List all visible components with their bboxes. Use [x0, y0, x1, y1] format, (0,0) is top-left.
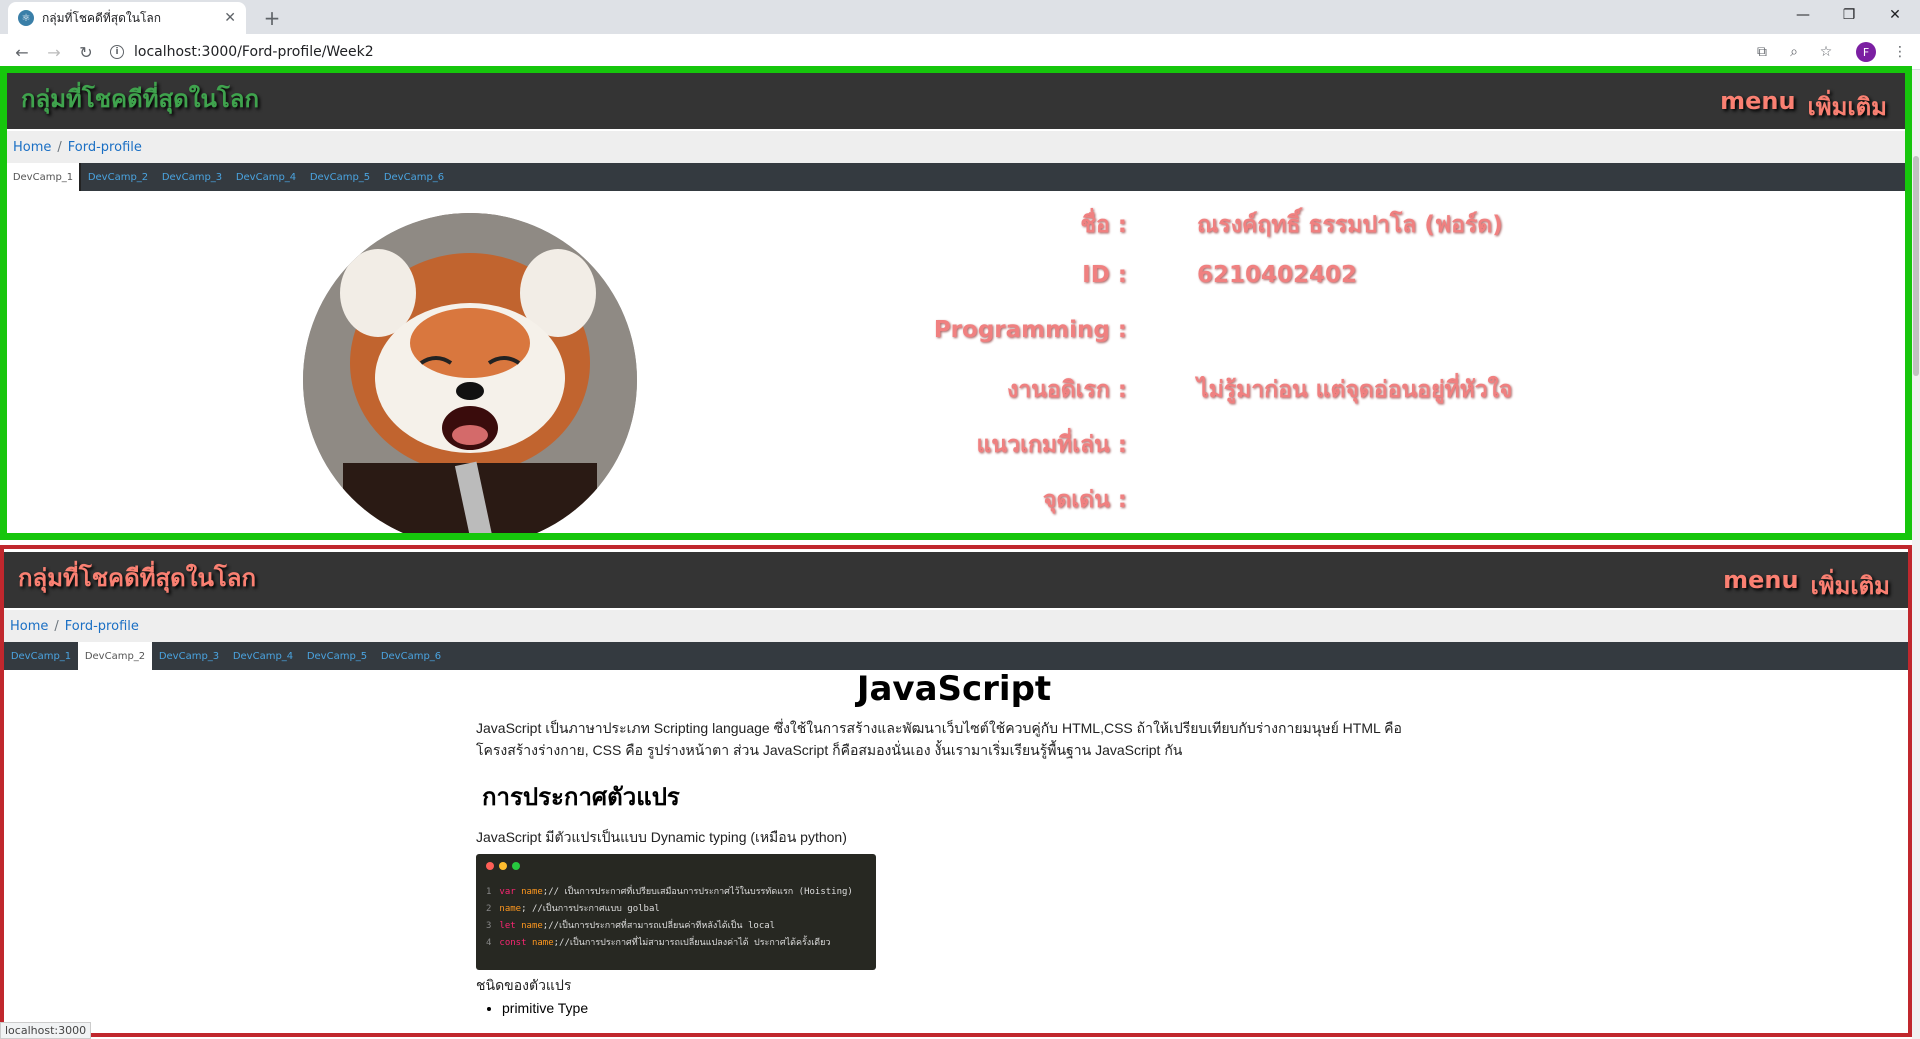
tab-devcamp-1[interactable]: DevCamp_1 — [4, 642, 78, 670]
more-link[interactable]: เพิ่มเติม — [1811, 566, 1890, 605]
site-header: กลุ่มที่โชคดีที่สุดในโลก menu เพิ่มเติม — [4, 552, 1908, 608]
devcamp-tabs: DevCamp_1 DevCamp_2 DevCamp_3 DevCamp_4 … — [7, 163, 1905, 191]
tab-devcamp-2[interactable]: DevCamp_2 — [78, 642, 152, 670]
browser-tab-title: กลุ่มที่โชคดีที่สุดในโลก — [42, 10, 162, 25]
article: JavaScript JavaScript เป็นภาษาประเภท Scr… — [476, 669, 1456, 1016]
tab-devcamp-1[interactable]: DevCamp_1 — [7, 163, 81, 191]
types-list: primitive Type — [476, 1000, 1456, 1016]
tab-devcamp-5[interactable]: DevCamp_5 — [303, 163, 377, 191]
scrollbar-thumb[interactable] — [1913, 156, 1919, 376]
red-panda-image — [303, 213, 637, 533]
tab-devcamp-6[interactable]: DevCamp_6 — [377, 163, 451, 191]
address-bar[interactable]: i localhost:3000/Ford-profile/Week2 — [110, 38, 1810, 66]
forward-icon[interactable]: → — [40, 38, 68, 66]
javascript-panel: กลุ่มที่โชคดีที่สุดในโลก menu เพิ่มเติม … — [0, 545, 1912, 1037]
section-intro: JavaScript มีตัวแปรเป็นแบบ Dynamic typin… — [476, 829, 847, 845]
profile-info: ชื่อ : ณรงค์ฤทธิ์ ธรรมปาโล (ฟอร์ด) ID : … — [934, 207, 1667, 533]
yellow-dot-icon — [499, 862, 507, 870]
info-label: แนวเกมที่เล่น : — [976, 432, 1127, 458]
code-snippet: 1 var name;// เป็นการประกาศที่เปรียบเสมือ… — [476, 854, 876, 970]
page-scrollbar[interactable] — [1912, 70, 1920, 1039]
code-line: 3 let name;//เป็นการประกาศที่สามารถเปลี่ย… — [486, 921, 776, 931]
more-menu-icon[interactable]: ⋮ — [1886, 38, 1914, 66]
breadcrumb-separator: / — [57, 139, 62, 155]
info-label: จุดเด่น : — [1042, 487, 1127, 513]
tab-devcamp-6[interactable]: DevCamp_6 — [374, 642, 448, 670]
green-dot-icon — [512, 862, 520, 870]
browser-toolbar: ← → ↻ i localhost:3000/Ford-profile/Week… — [0, 34, 1920, 70]
close-tab-icon[interactable]: ✕ — [224, 10, 236, 26]
bookmark-star-icon[interactable]: ☆ — [1812, 38, 1840, 66]
breadcrumb-current[interactable]: Ford-profile — [68, 140, 142, 155]
info-label: Programming : — [933, 317, 1127, 343]
avatar: F — [1856, 42, 1876, 62]
code-line: 2 name; //เป็นการประกาศแบบ golbal — [486, 904, 660, 914]
header-menu: menu เพิ่มเติม — [1720, 87, 1887, 126]
site-title[interactable]: กลุ่มที่โชคดีที่สุดในโลก — [21, 79, 259, 118]
article-title: JavaScript — [856, 669, 1052, 709]
minimize-icon[interactable]: — — [1780, 0, 1826, 30]
info-value: 6210402402 — [1197, 262, 1358, 288]
types-heading: ชนิดของตัวแปร — [476, 977, 572, 993]
more-link[interactable]: เพิ่มเติม — [1808, 87, 1887, 126]
code-line: 1 var name;// เป็นการประกาศที่เปรียบเสมือ… — [486, 887, 853, 897]
info-value: ไม่รู้มาก่อน แต่จุดอ่อนอยู่ที่หัวใจ — [1197, 377, 1513, 403]
info-icon[interactable]: i — [110, 45, 124, 59]
tab-devcamp-4[interactable]: DevCamp_4 — [229, 163, 303, 191]
breadcrumb: Home / Ford-profile — [4, 610, 1908, 642]
status-bar: localhost:3000 — [0, 1022, 92, 1039]
tab-devcamp-4[interactable]: DevCamp_4 — [226, 642, 300, 670]
close-window-icon[interactable]: ✕ — [1872, 0, 1918, 30]
red-dot-icon — [486, 862, 494, 870]
list-item: primitive Type — [502, 1000, 1456, 1016]
breadcrumb-current[interactable]: Ford-profile — [65, 619, 139, 634]
section-title: การประกาศตัวแปร — [482, 783, 680, 811]
new-tab-icon[interactable]: + — [258, 4, 286, 32]
breadcrumb-separator: / — [54, 618, 59, 634]
menu-link[interactable]: menu — [1720, 87, 1795, 126]
info-label: ID : — [1082, 262, 1127, 288]
info-row-games: แนวเกมที่เล่น : — [967, 427, 1667, 482]
breadcrumb-home[interactable]: Home — [10, 619, 48, 634]
info-value: ณรงค์ฤทธิ์ ธรรมปาโล (ฟอร์ด) — [1197, 212, 1503, 238]
info-row-highlight: จุดเด่น : — [967, 482, 1667, 533]
code-line: 4 const name;//เป็นการประกาศที่ไม่สามารถเ… — [486, 938, 831, 948]
header-menu: menu เพิ่มเติม — [1723, 566, 1890, 605]
menu-link[interactable]: menu — [1723, 566, 1798, 605]
info-row-name: ชื่อ : ณรงค์ฤทธิ์ ธรรมปาโล (ฟอร์ด) — [967, 207, 1667, 262]
devcamp-tabs: DevCamp_1 DevCamp_2 DevCamp_3 DevCamp_4 … — [4, 642, 1908, 670]
site-header: กลุ่มที่โชคดีที่สุดในโลก menu เพิ่มเติม — [7, 73, 1905, 129]
info-row-hobby: งานอดิเรก : ไม่รู้มาก่อน แต่จุดอ่อนอยู่ท… — [967, 372, 1667, 427]
site-title[interactable]: กลุ่มที่โชคดีที่สุดในโลก — [18, 558, 256, 597]
translate-icon[interactable]: ⧉ — [1748, 38, 1776, 66]
react-favicon-icon: ⚛ — [18, 10, 34, 26]
back-icon[interactable]: ← — [8, 38, 36, 66]
breadcrumb: Home / Ford-profile — [7, 131, 1905, 163]
info-row-programming: Programming : — [934, 317, 1667, 372]
tab-devcamp-3[interactable]: DevCamp_3 — [155, 163, 229, 191]
tab-devcamp-5[interactable]: DevCamp_5 — [300, 642, 374, 670]
tab-devcamp-2[interactable]: DevCamp_2 — [81, 163, 155, 191]
tab-devcamp-3[interactable]: DevCamp_3 — [152, 642, 226, 670]
reload-icon[interactable]: ↻ — [72, 38, 100, 66]
zoom-icon[interactable]: ⌕ — [1780, 38, 1808, 66]
browser-tab[interactable]: ⚛ กลุ่มที่โชคดีที่สุดในโลก ✕ — [8, 2, 246, 34]
info-label: ชื่อ : — [1080, 212, 1127, 238]
info-label: งานอดิเรก : — [1007, 377, 1127, 403]
info-row-id: ID : 6210402402 — [967, 262, 1667, 317]
breadcrumb-home[interactable]: Home — [13, 140, 51, 155]
article-intro: JavaScript เป็นภาษาประเภท Scripting lang… — [476, 720, 1402, 758]
profile-photo — [303, 213, 637, 533]
browser-tabbar: ⚛ กลุ่มที่โชคดีที่สุดในโลก ✕ + — ❐ ✕ — [0, 0, 1920, 34]
profile-button[interactable]: F — [1852, 38, 1880, 66]
window-dots — [486, 862, 866, 870]
url-text: localhost:3000/Ford-profile/Week2 — [134, 44, 374, 60]
restore-icon[interactable]: ❐ — [1826, 0, 1872, 30]
profile-panel: กลุ่มที่โชคดีที่สุดในโลก menu เพิ่มเติม … — [0, 66, 1912, 540]
